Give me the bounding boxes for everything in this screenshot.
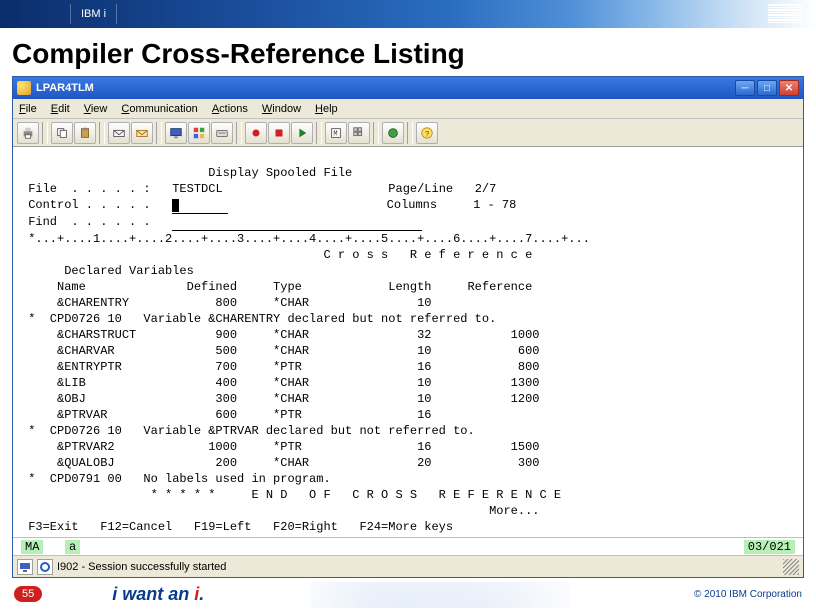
stop-icon[interactable]	[268, 122, 290, 144]
cross-ref-title: C r o s s R e f e r e n c e	[21, 248, 532, 262]
menu-window[interactable]: Window	[262, 103, 301, 115]
copyright: © 2010 IBM Corporation	[694, 589, 802, 600]
paste-icon[interactable]	[74, 122, 96, 144]
ruler: *...+....1....+....2....+....3....+....4…	[21, 232, 590, 246]
ibm-logo	[768, 4, 802, 23]
data-row: * CPD0726 10 Variable &PTRVAR declared b…	[21, 424, 475, 438]
slogan: i want an i.	[112, 584, 204, 605]
terminal-screen[interactable]: Display Spooled File File . . . . . : TE…	[13, 147, 803, 537]
window-title: LPAR4TLM	[36, 82, 94, 94]
find-input[interactable]	[172, 214, 422, 231]
more-indicator: More...	[21, 504, 539, 518]
menu-file[interactable]: File	[19, 103, 37, 115]
data-row: &PTRVAR 600 *PTR 16	[21, 408, 431, 422]
function-keys: F3=Exit F12=Cancel F19=Left F20=Right F2…	[21, 520, 453, 534]
menu-communication[interactable]: Communication	[121, 103, 197, 115]
keypad-icon[interactable]	[348, 122, 370, 144]
data-row: &CHARENTRY 800 *CHAR 10	[21, 296, 431, 310]
data-row: &LIB 400 *CHAR 10 1300	[21, 376, 539, 390]
columns-value: 1 - 78	[473, 198, 516, 212]
file-label: File . . . . . :	[21, 182, 172, 196]
declared-vars-label: Declared Variables	[21, 264, 194, 278]
titlebar[interactable]: LPAR4TLM ─ □ ✕	[13, 77, 803, 99]
data-row: &CHARVAR 500 *CHAR 10 600	[21, 344, 539, 358]
data-row: &CHARSTRUCT 900 *CHAR 32 1000	[21, 328, 539, 342]
display-icon[interactable]	[165, 122, 187, 144]
column-header: Name Defined Type Length Reference	[21, 280, 532, 294]
minimize-button[interactable]: ─	[735, 80, 755, 96]
data-row: * CPD0726 10 Variable &CHARENTRY declare…	[21, 312, 496, 326]
oia-cursor-position: 03/021	[744, 540, 795, 554]
print-icon[interactable]	[17, 122, 39, 144]
menu-view[interactable]: View	[84, 103, 108, 115]
app-icon	[17, 81, 31, 95]
page-label: Page/Line	[388, 182, 453, 196]
resize-grip[interactable]	[783, 559, 799, 575]
close-button[interactable]: ✕	[779, 80, 799, 96]
menu-help[interactable]: Help	[315, 103, 338, 115]
oia-line: MA a 03/021	[13, 537, 803, 555]
color-icon[interactable]	[188, 122, 210, 144]
data-row: &PTRVAR2 1000 *PTR 16 1500	[21, 440, 539, 454]
screen-header: Display Spooled File	[21, 166, 352, 180]
connection-icon[interactable]	[17, 559, 33, 575]
columns-label: Columns	[387, 198, 437, 212]
toolbar: M ?	[13, 119, 803, 147]
brand-label: IBM i	[70, 4, 117, 24]
page-number: 55	[14, 586, 42, 602]
statusbar: I902 - Session successfully started	[13, 555, 803, 577]
data-row: * * * * * E N D O F C R O S S R E F E R …	[21, 488, 561, 502]
help-icon[interactable]: ?	[416, 122, 438, 144]
find-label: Find . . . . . .	[21, 215, 172, 229]
support-icon[interactable]	[382, 122, 404, 144]
macro-icon[interactable]: M	[325, 122, 347, 144]
banner: IBM i	[0, 0, 816, 28]
menubar: File Edit View Communication Actions Win…	[13, 99, 803, 119]
status-message: I902 - Session successfully started	[57, 561, 226, 573]
control-label: Control . . . . .	[21, 198, 172, 212]
page-value: 2/7	[475, 182, 497, 196]
remap-icon[interactable]	[211, 122, 233, 144]
file-value: TESTDCL	[172, 182, 222, 196]
send-icon[interactable]	[108, 122, 130, 144]
oia-indicator: a	[65, 540, 80, 554]
menu-edit[interactable]: Edit	[51, 103, 70, 115]
data-row: &ENTRYPTR 700 *PTR 16 800	[21, 360, 539, 374]
copy-icon[interactable]	[51, 122, 73, 144]
control-input[interactable]	[172, 197, 228, 214]
play-icon[interactable]	[291, 122, 313, 144]
maximize-button[interactable]: □	[757, 80, 777, 96]
svg-text:M: M	[333, 130, 337, 138]
svg-text:?: ?	[425, 130, 430, 139]
oia-status: MA	[21, 540, 43, 554]
menu-actions[interactable]: Actions	[212, 103, 248, 115]
record-icon[interactable]	[245, 122, 267, 144]
data-row: &QUALOBJ 200 *CHAR 20 300	[21, 456, 539, 470]
emulator-window: LPAR4TLM ─ □ ✕ File Edit View Communicat…	[12, 76, 804, 578]
session-icon[interactable]	[37, 559, 53, 575]
slide-title: Compiler Cross-Reference Listing	[0, 28, 816, 76]
receive-icon[interactable]	[131, 122, 153, 144]
slide-footer: 55 i want an i. © 2010 IBM Corporation	[0, 576, 816, 612]
data-row: &OBJ 300 *CHAR 10 1200	[21, 392, 539, 406]
data-row: * CPD0791 00 No labels used in program.	[21, 472, 331, 486]
